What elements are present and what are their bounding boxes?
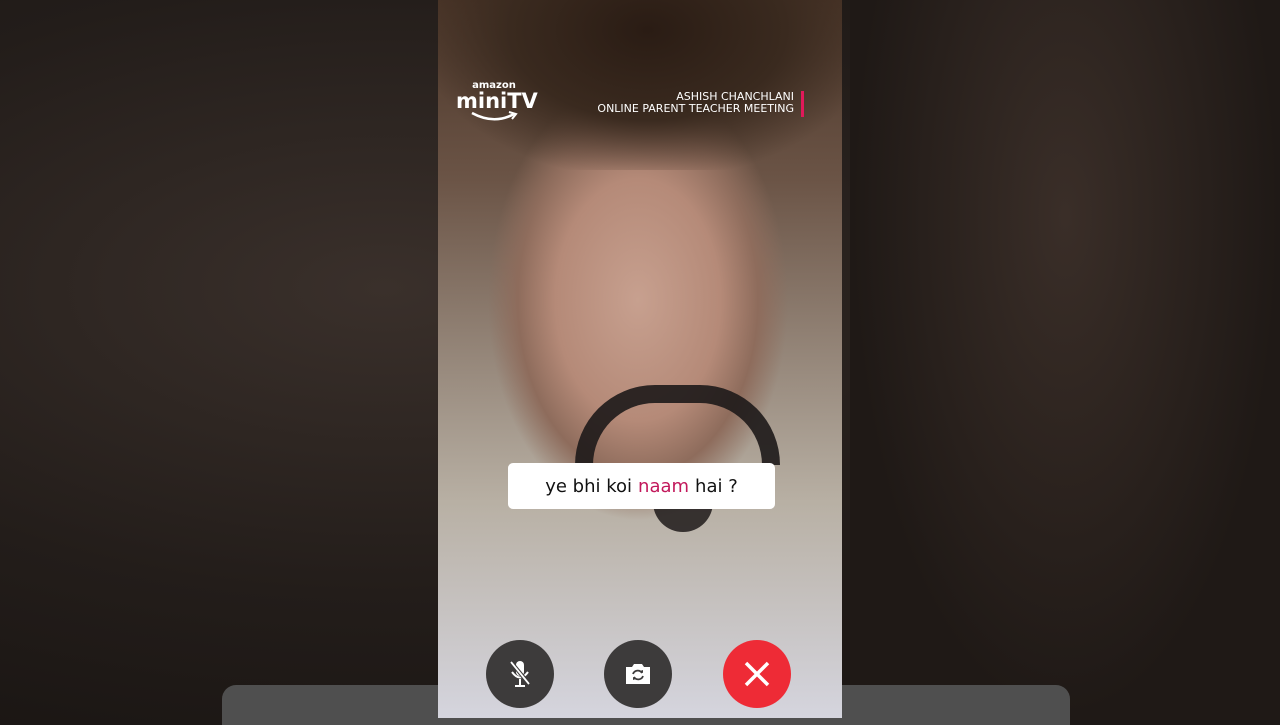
caption-highlight: naam [638, 475, 690, 497]
video-title: ASHISH CHANCHLANI ONLINE PARENT TEACHER … [597, 91, 804, 117]
camera-flip-icon [626, 664, 650, 684]
mute-button[interactable] [486, 640, 554, 708]
mic-off-icon [509, 660, 531, 687]
title-line-2: ONLINE PARENT TEACHER MEETING [597, 102, 794, 115]
flip-camera-button[interactable] [604, 640, 672, 708]
close-icon [744, 661, 770, 687]
end-call-button[interactable] [723, 640, 791, 708]
video-mustache [575, 385, 780, 465]
caption-text: ye bhi koi [545, 475, 633, 497]
video-frame[interactable]: amazon miniTV ASHISH CHANCHLANI ONLINE P… [438, 0, 842, 718]
logo-minitv-text: miniTV [456, 89, 538, 113]
subtitle-caption: ye bhi koi naam hai ? [508, 463, 775, 509]
minitv-logo: amazon miniTV [456, 80, 538, 123]
caption-text-end: hai ? [695, 475, 738, 497]
